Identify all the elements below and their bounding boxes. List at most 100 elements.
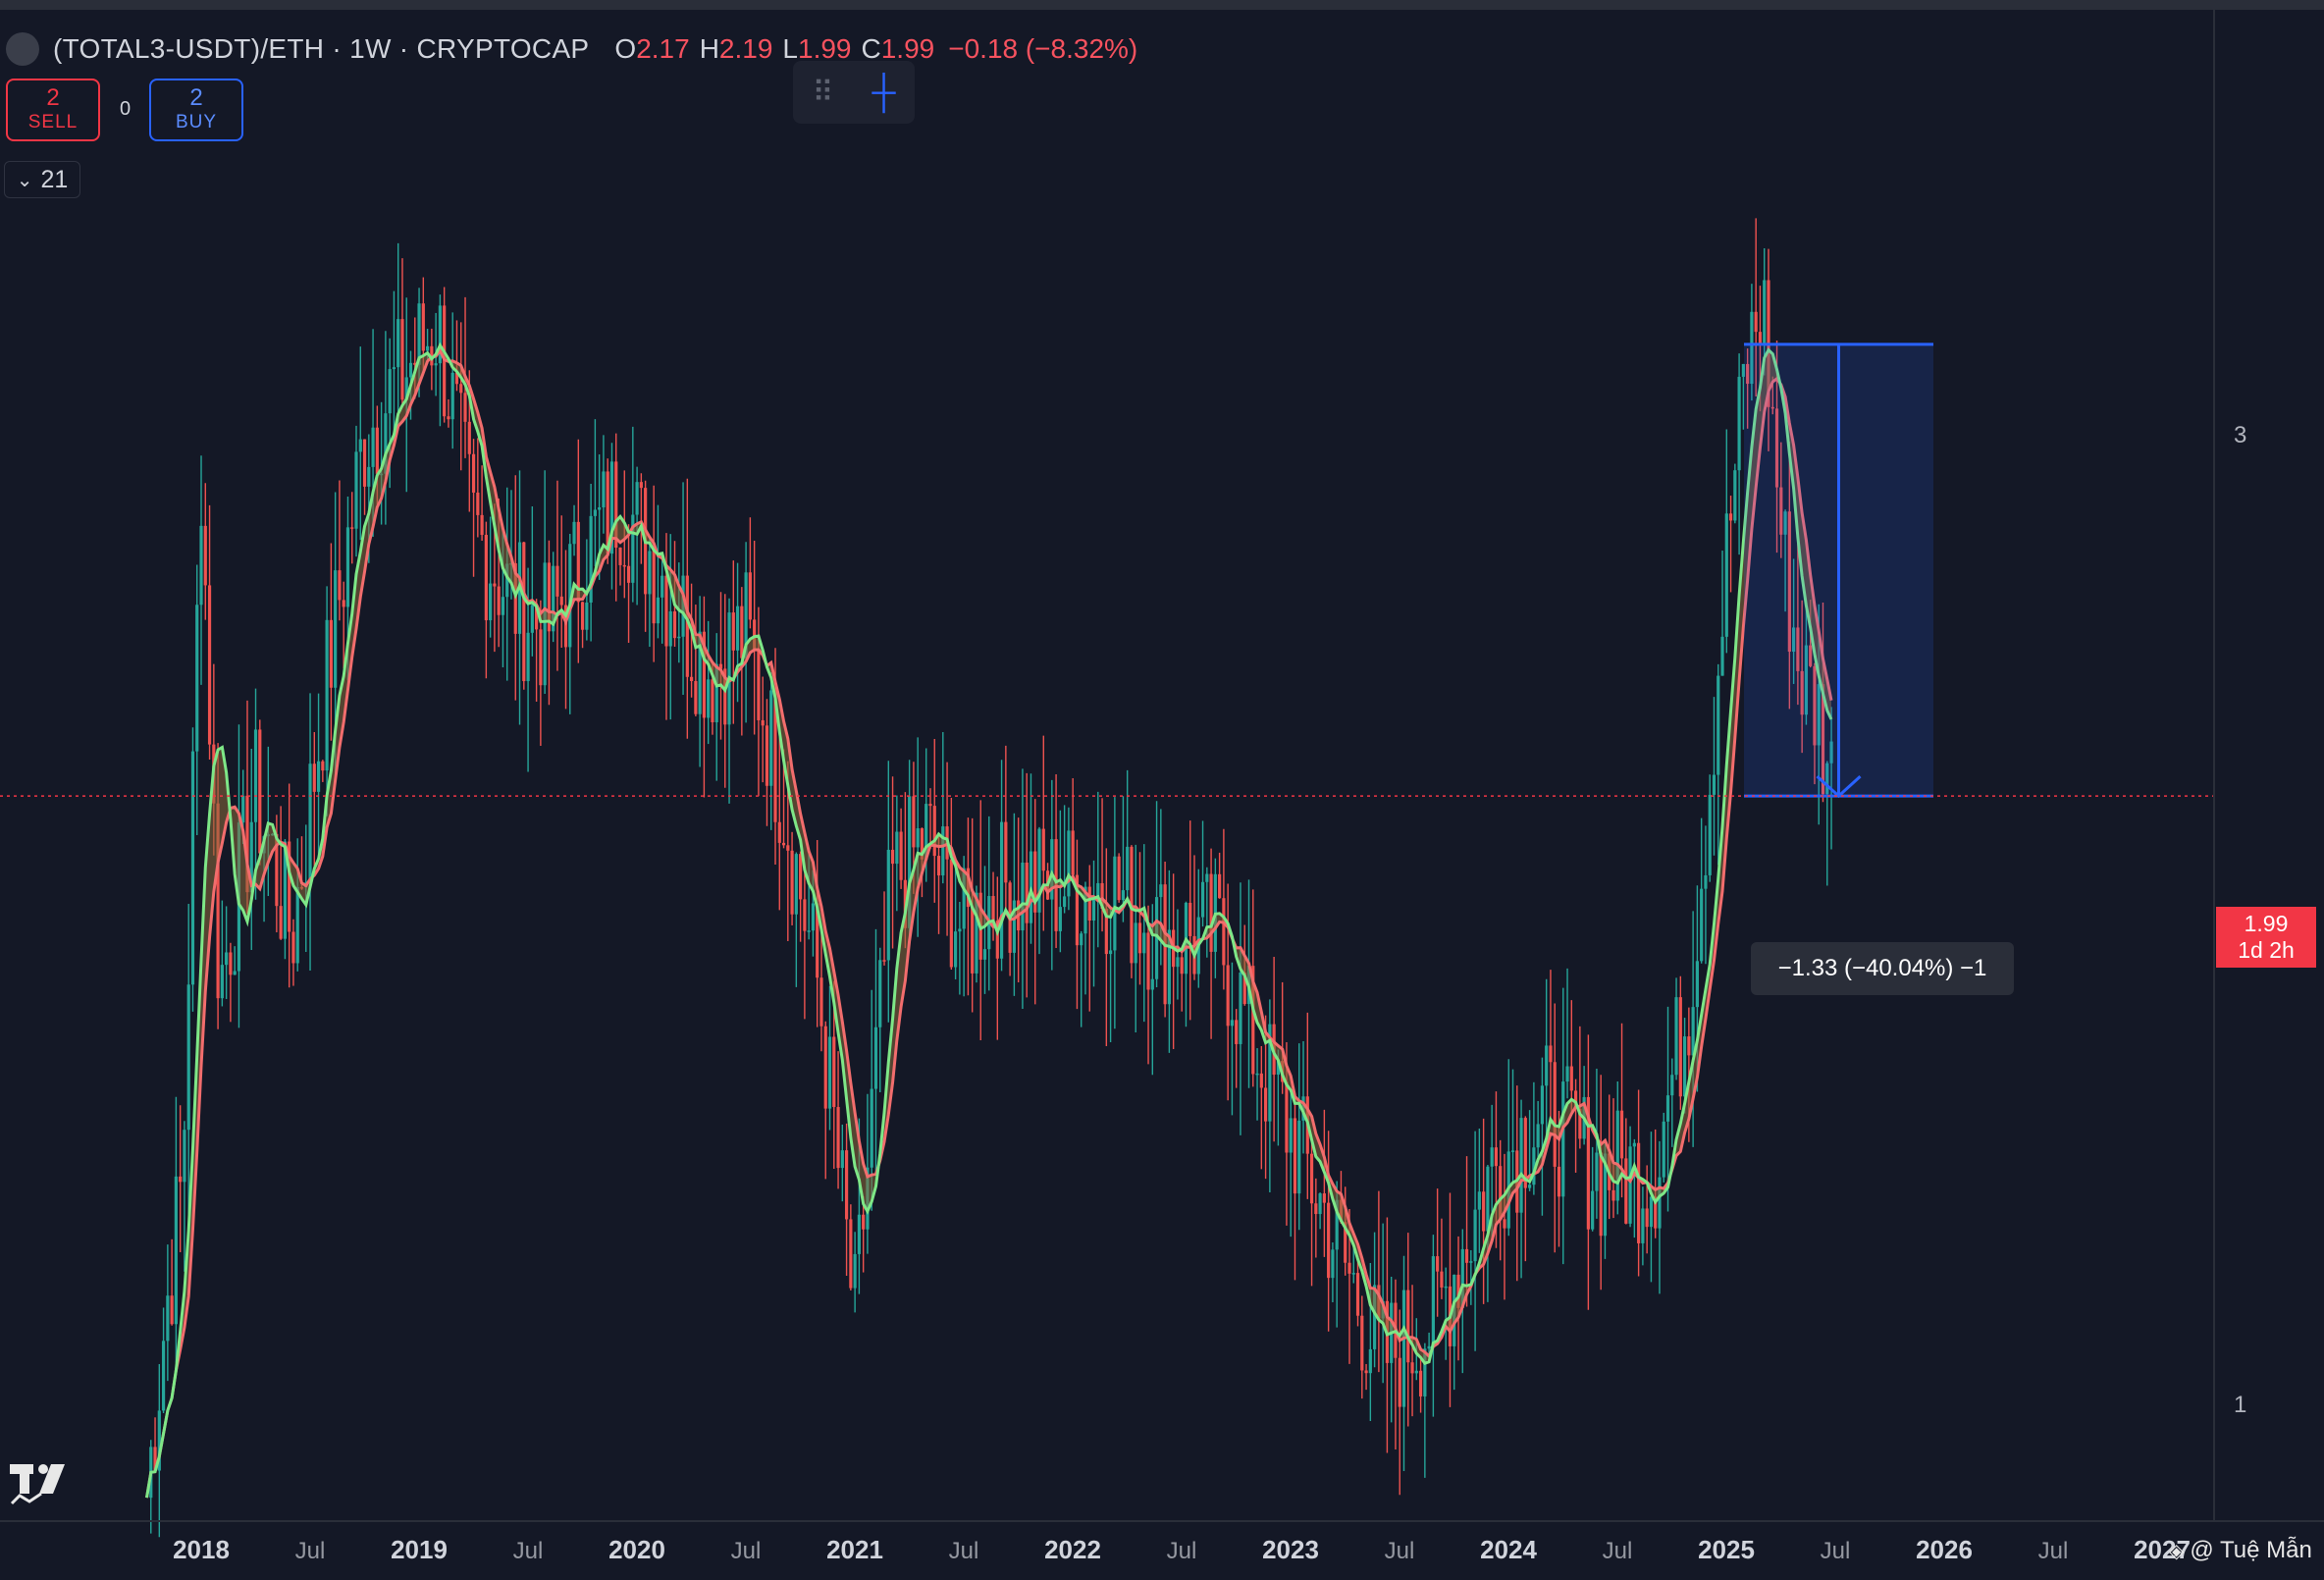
indicators-toggle[interactable]: ⌄ 21 <box>4 161 80 198</box>
time-tick-label: Jul <box>1603 1538 1633 1564</box>
time-axis[interactable]: 2018 Jul 2019 Jul 2020 Jul 2021 Jul 2022 Jul 2023 J… <box>173 1535 2191 1564</box>
candle-body <box>501 597 505 615</box>
candle-body <box>1628 1146 1632 1224</box>
price-range-measure[interactable] <box>1744 342 1933 799</box>
candle-body <box>1494 1147 1499 1167</box>
candle-body <box>354 451 358 529</box>
candle-body <box>229 952 233 975</box>
candle-body <box>807 930 811 932</box>
candle-body <box>572 521 576 545</box>
candle-body <box>1486 1166 1490 1232</box>
drag-handle-icon[interactable]: ⠿ <box>812 76 833 110</box>
candle-body <box>1763 280 1767 344</box>
candle-body <box>170 1295 174 1325</box>
candle-body <box>1318 1193 1322 1215</box>
candle-body <box>622 564 626 567</box>
candle-body <box>1058 907 1062 931</box>
candle-body <box>932 806 936 857</box>
candle-body <box>1180 957 1184 974</box>
candle-body <box>1067 830 1071 897</box>
candle-body <box>471 453 476 493</box>
candle-body <box>1519 1118 1523 1213</box>
candle-body <box>882 960 886 962</box>
drawing-drag-panel[interactable]: ⠿ ┼ <box>793 61 915 124</box>
low-label: L <box>782 33 798 64</box>
tradingview-logo-icon[interactable] <box>8 1458 77 1509</box>
candle-body <box>1682 1036 1687 1097</box>
candle-body <box>1687 1036 1691 1056</box>
time-tick-label: 2023 <box>1262 1535 1319 1564</box>
indicator-count: 21 <box>40 165 69 193</box>
candle-body <box>1297 1120 1301 1194</box>
candle-body <box>1536 1124 1540 1148</box>
time-tick-label: 2019 <box>391 1535 448 1564</box>
candle-body <box>781 842 786 846</box>
symbol-title[interactable]: (TOTAL3-USDT)/ETH · 1W · CRYPTOCAP <box>53 33 589 65</box>
candle-body <box>1004 821 1008 883</box>
candle-body <box>941 826 945 876</box>
candle-body <box>999 821 1004 959</box>
candle-body <box>916 828 920 848</box>
candle-body <box>1728 513 1733 521</box>
candle-body <box>1230 1020 1235 1027</box>
symbol-legend[interactable]: (TOTAL3-USDT)/ETH · 1W · CRYPTOCAP O 2.17… <box>6 29 1137 69</box>
candle-body <box>1063 896 1067 908</box>
candle-body <box>1658 1177 1662 1229</box>
candle-body <box>618 548 622 565</box>
candle-body <box>748 572 752 620</box>
candle-body <box>186 984 190 1131</box>
open-label: O <box>614 33 637 64</box>
candle-body <box>1724 513 1728 637</box>
candle-body <box>1021 863 1025 931</box>
candle-body <box>203 525 207 586</box>
candle-body <box>1117 856 1121 901</box>
candle-body <box>844 1150 849 1220</box>
candle-body <box>1440 1271 1444 1288</box>
candle-body <box>991 896 995 922</box>
candle-body <box>493 583 497 587</box>
candle-body <box>757 649 761 720</box>
candle-body <box>648 551 652 595</box>
candle-body <box>1351 1273 1355 1275</box>
bar-countdown: 1d 2h <box>2238 937 2295 963</box>
candle-body <box>1615 1110 1619 1201</box>
candle-body <box>1431 1256 1435 1346</box>
candle-body <box>1401 1290 1406 1407</box>
price-chart[interactable]: 31 2018 Jul 2019 Jul 2020 Jul 2021 Jul 2022 Jul 20… <box>0 0 2324 1580</box>
candle-body <box>1619 1110 1624 1159</box>
candle-body <box>375 427 379 474</box>
candle-body <box>677 636 681 639</box>
candle-body <box>1665 1095 1670 1122</box>
candle-body <box>1285 1081 1289 1153</box>
candle-body <box>799 854 803 900</box>
candle-body <box>1327 1202 1331 1279</box>
candle-body <box>639 482 643 489</box>
buy-button[interactable]: 2 BUY <box>149 79 243 141</box>
time-tick-label: Jul <box>2038 1538 2069 1564</box>
candle-body <box>832 1036 836 1108</box>
candle-body <box>1263 1087 1268 1122</box>
candle-body <box>664 575 668 647</box>
candle-body <box>358 439 362 452</box>
crosshair-icon[interactable]: ┼ <box>872 74 895 112</box>
candle-body <box>1347 1262 1351 1274</box>
candle-body <box>1637 1142 1641 1243</box>
candle-body <box>1087 886 1091 922</box>
candle-body <box>421 303 425 351</box>
candle-body <box>1674 997 1678 1076</box>
sell-button[interactable]: 2 SELL <box>6 79 100 141</box>
sell-count: 2 <box>46 84 60 111</box>
buy-count: 2 <box>189 84 203 111</box>
candle-body <box>1695 961 1699 1008</box>
candle-body <box>1528 1185 1532 1188</box>
candle-body <box>949 859 953 968</box>
candle-body <box>539 629 543 686</box>
candle-body <box>971 907 975 974</box>
candle-body <box>1436 1256 1440 1272</box>
candle-body <box>1041 828 1045 871</box>
candle-body <box>480 514 484 536</box>
price-tick-label: 3 <box>2234 422 2246 448</box>
candle-body <box>1226 965 1230 1027</box>
measure-label: −1.33 (−40.04%) −1 <box>1751 942 2014 995</box>
candle-body <box>761 719 765 726</box>
